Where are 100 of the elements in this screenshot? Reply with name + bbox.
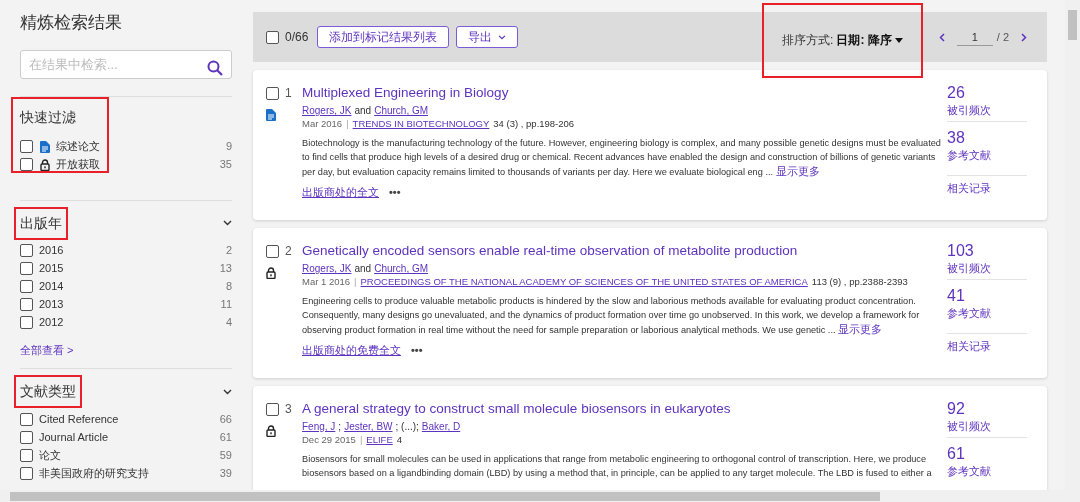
journal-link[interactable]: ELIFE [366, 433, 393, 446]
author-link[interactable]: Rogers, JK [302, 262, 352, 275]
filter-label: 综述论文 [56, 139, 101, 155]
checkbox[interactable] [20, 466, 33, 480]
journal-link[interactable]: TRENDS IN BIOTECHNOLOGY [352, 117, 490, 130]
author-link[interactable]: Church, GM [374, 104, 429, 117]
sidebar-title: 精炼检索结果 [20, 12, 123, 34]
document-icon [266, 109, 276, 121]
chevron-down-icon[interactable] [223, 220, 232, 226]
filter-label: 开放获取 [56, 157, 101, 173]
publication-date: Mar 1 2016 [302, 275, 351, 288]
checkbox[interactable] [266, 86, 279, 100]
filter-count: 61 [219, 429, 232, 445]
author-link[interactable]: Rogers, JK [302, 104, 352, 117]
filter-label: 2012 [39, 315, 65, 331]
more-options-button[interactable]: ••• [389, 184, 401, 201]
full-text-link[interactable]: 出版商处的免费全文 [302, 342, 401, 359]
chevron-down-icon [498, 34, 507, 40]
previous-page-icon[interactable] [938, 32, 945, 42]
author-link[interactable]: Jester, BW [344, 420, 393, 433]
caret-icon [894, 37, 903, 43]
lock-icon [266, 267, 276, 279]
result-number: 2 [285, 243, 292, 260]
volume-pages: 113 (9) , pp.2388-2393 [811, 275, 908, 288]
abstract-text: Engineering cells to produce valuable metabolic products is hindered by the slow and laborious methods available for evaluating product concentration. Consequently, many designs go unevaluated, and the dynamics of product formation over time go unobserved. In this work, we develop a framework for observing product formation in real time without the need for sample preparation or laborious analytical methods. We use genetic ... 显示更多 [302, 295, 921, 337]
reference-count[interactable]: 41 [947, 286, 1027, 305]
reference-count[interactable]: 38 [947, 128, 1027, 147]
view-all-link[interactable]: 全部查看 > [20, 341, 232, 358]
filter-label: 2014 [39, 279, 65, 295]
export-button[interactable]: 导出 [456, 26, 519, 48]
result-title-link[interactable]: Multiplexed Engineering in Biology [302, 84, 943, 101]
author-link[interactable]: Feng, J [302, 420, 336, 433]
publication-date: Dec 29 2015 [302, 433, 356, 446]
abstract-text: Biosensors for small molecules can be used in applications that range from metabolic engineering to orthogonal control of transcription. Here, we produce biosensors based on a ligandbinding domain (LBD) by using a method that, in principle, can be applied to any target molecule. The LBD is fused to either a [302, 453, 933, 480]
reference-label: 参考文献 [947, 463, 992, 479]
checkbox[interactable] [20, 412, 33, 426]
checkbox[interactable] [20, 430, 33, 444]
citation-count[interactable]: 103 [947, 242, 1027, 260]
search-icon[interactable] [207, 59, 223, 76]
result-title-link[interactable]: Genetically encoded sensors enable real-time observation of metabolite production [302, 242, 943, 259]
add-to-marked-list-button[interactable]: 添加到标记结果列表 [317, 26, 450, 48]
journal-link[interactable]: PROCEEDINGS OF THE NATIONAL ACADEMY OF SCIENCES OF THE UNITED STATES OF AMERICA [360, 275, 808, 288]
filter-count: 66 [219, 411, 232, 427]
citation-label: 被引频次 [947, 261, 992, 276]
reference-label: 参考文献 [947, 147, 992, 163]
result-title-link[interactable]: A general strategy to construct small molecule biosensors in eukaryotes [302, 400, 943, 417]
citation-label: 被引频次 [947, 419, 992, 434]
citation-label: 被引频次 [947, 103, 992, 118]
reference-label: 参考文献 [947, 305, 992, 321]
filter-label: 2013 [39, 297, 65, 313]
result-number: 3 [285, 401, 292, 418]
checkbox[interactable] [266, 244, 279, 258]
checkbox[interactable] [20, 158, 33, 171]
filter-label: Cited Reference [39, 411, 120, 427]
filter-label: 2016 [39, 243, 65, 259]
related-records-link[interactable]: 相关记录 [947, 175, 1027, 197]
checkbox[interactable] [266, 30, 279, 44]
separator: | [346, 117, 349, 130]
chevron-down-icon[interactable] [223, 388, 232, 395]
section-title: 文献类型 [14, 375, 82, 408]
citation-count[interactable]: 92 [947, 400, 1027, 418]
checkbox[interactable] [20, 280, 33, 293]
related-records-link[interactable]: 相关记录 [947, 333, 1027, 355]
author-link[interactable]: Baker, D [421, 420, 461, 433]
publication-date: Mar 2016 [302, 117, 343, 130]
show-more-link[interactable]: 显示更多 [838, 323, 883, 335]
checkbox[interactable] [20, 298, 33, 311]
author-separator: and [354, 104, 372, 117]
checkbox[interactable] [266, 402, 279, 416]
filter-count: 2 [225, 243, 232, 259]
full-text-link[interactable]: 出版商处的全文 [302, 184, 379, 201]
show-more-link[interactable]: 显示更多 [775, 165, 820, 177]
lock-icon [40, 158, 50, 171]
filter-label: 论文 [39, 447, 62, 463]
filter-count: 13 [219, 261, 232, 277]
filter-count: 39 [219, 465, 232, 481]
search-field[interactable]: 在结果中检索... [20, 49, 232, 79]
section-title: 出版年 [14, 206, 68, 240]
separator: | [359, 433, 363, 446]
filter-count: 59 [219, 447, 232, 463]
checkbox[interactable] [20, 244, 33, 257]
filter-label: Journal Article [39, 429, 110, 445]
filter-label: 非美国政府的研究支持 [39, 465, 150, 481]
checkbox[interactable] [20, 140, 33, 153]
checkbox[interactable] [20, 316, 33, 329]
more-options-button[interactable]: ••• [411, 342, 423, 359]
author-link[interactable]: Church, GM [374, 262, 429, 275]
section-title: 快速过滤 [20, 107, 76, 127]
lock-icon [266, 425, 276, 437]
checkbox[interactable] [20, 448, 33, 462]
reference-count[interactable]: 61 [947, 444, 1027, 463]
volume-pages: 34 (3) , pp.198-206 [493, 117, 575, 130]
separator: | [354, 275, 357, 288]
sort-dropdown[interactable]: 排序方式: 日期: 降序 [762, 2, 923, 78]
abstract-text: Biotechnology is the manufacturing technology of the future. However, engineering biology is complex, and many possible genetic designs must be evaluated to find cells that produce high levels of a desired drug or chemical. Recent advances have enabled the design and construction of billions of genetic variants per day, but evaluation capacity remains limited to thousands of variants per day. Here we evaluate biological eng ... 显示更多 [302, 137, 942, 179]
author-separator: and [354, 262, 372, 275]
next-page-icon[interactable] [1021, 32, 1027, 42]
citation-count[interactable]: 26 [947, 84, 1027, 102]
result-number: 1 [285, 85, 292, 102]
checkbox[interactable] [20, 262, 33, 275]
